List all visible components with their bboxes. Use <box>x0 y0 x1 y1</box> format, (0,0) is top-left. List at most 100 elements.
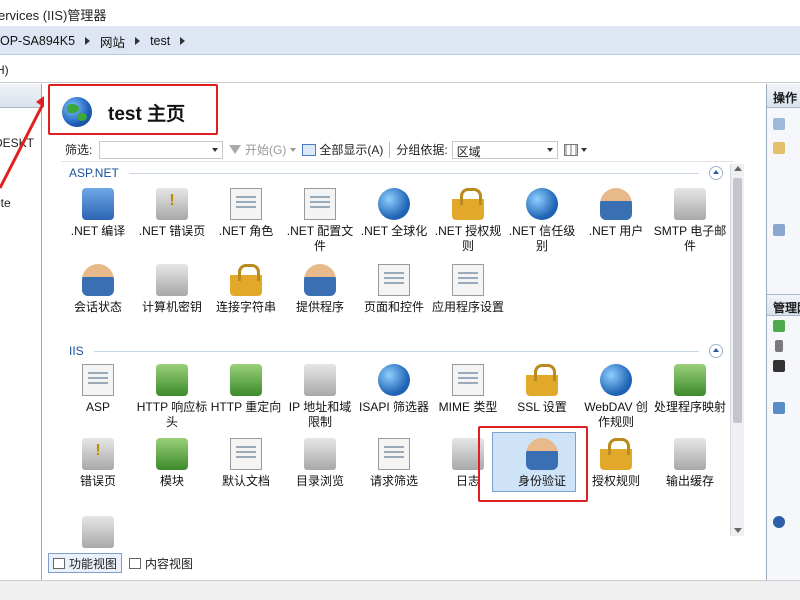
action-icon[interactable] <box>773 118 785 130</box>
feature-session-state[interactable]: 会话状态 <box>61 264 135 315</box>
net-roles-icon <box>230 188 262 220</box>
feature-net-compile[interactable]: .NET 编译 <box>61 188 135 239</box>
feature-handler-mappings[interactable]: 处理程序映射 <box>653 364 727 415</box>
collapse-icon[interactable] <box>709 344 723 358</box>
feature-isapi-filters[interactable]: ISAPI 筛选器 <box>357 364 431 415</box>
handler-mappings-icon <box>674 364 706 396</box>
section-header-iis[interactable]: IIS <box>69 344 723 358</box>
feature-net-profile[interactable]: .NET 配置文件 <box>283 188 357 254</box>
feature-label: 错误页 <box>79 474 116 488</box>
feature-asp[interactable]: ASP <box>61 364 135 415</box>
feature-label: .NET 信任级别 <box>508 224 576 253</box>
toolbar-divider <box>389 141 391 158</box>
feature-mime-types[interactable]: MIME 类型 <box>431 364 505 415</box>
collapse-icon[interactable] <box>709 166 723 180</box>
vertical-scrollbar[interactable] <box>730 164 744 536</box>
chevron-right-icon[interactable] <box>180 37 186 45</box>
action-icon[interactable] <box>773 224 785 236</box>
tab-content-view[interactable]: 内容视图 <box>124 553 198 573</box>
funnel-icon <box>229 145 241 154</box>
status-bar <box>0 580 800 600</box>
feature-label: .NET 错误页 <box>138 224 206 238</box>
feature-ip-domain-restrictions[interactable]: IP 地址和域限制 <box>283 364 357 430</box>
chevron-down-icon <box>290 147 297 152</box>
filter-label: 筛选: <box>65 143 93 157</box>
group-by-select[interactable]: 区域 <box>451 140 558 159</box>
feature-label: 授权规则 <box>591 474 640 488</box>
feature-authorization-rules[interactable]: 授权规则 <box>579 438 653 489</box>
feature-label: .NET 编译 <box>70 224 126 238</box>
features-view-icon <box>53 557 65 569</box>
feature-label: 连接字符串 <box>215 300 276 314</box>
feature-pages-controls[interactable]: 页面和控件 <box>357 264 431 315</box>
restart-icon[interactable] <box>773 320 785 332</box>
feature-label: 应用程序设置 <box>431 300 504 314</box>
group-by-label: 分组依据: <box>396 143 448 157</box>
feature-http-response-headers[interactable]: HTTP 响应标头 <box>135 364 209 430</box>
feature-net-error-pages[interactable]: .NET 错误页 <box>135 188 209 239</box>
feature-label: SMTP 电子邮件 <box>653 224 727 253</box>
feature-net-authorization[interactable]: .NET 授权规则 <box>431 188 505 254</box>
tab-features-view[interactable]: 功能视图 <box>48 553 123 573</box>
feature-providers[interactable]: 提供程序 <box>283 264 357 315</box>
authorization-rules-icon <box>600 438 632 470</box>
feature-webdav[interactable]: WebDAV 创作规则 <box>579 364 653 430</box>
feature-authentication[interactable]: 身份验证 <box>505 438 579 489</box>
feature-label: HTTP 响应标头 <box>136 400 208 429</box>
feature-net-trust-levels[interactable]: .NET 信任级别 <box>505 188 579 254</box>
output-caching-icon <box>674 438 706 470</box>
tree-node-site[interactable]: ite <box>0 196 11 210</box>
scroll-thumb[interactable] <box>733 178 742 423</box>
error-pages-icon <box>82 438 114 470</box>
feature-ssl-settings[interactable]: SSL 设置 <box>505 364 579 415</box>
feature-label: SSL 设置 <box>517 400 567 414</box>
feature-smtp-email[interactable]: SMTP 电子邮件 <box>653 188 727 254</box>
http-redirect-icon <box>230 364 262 396</box>
actions-header: 操作 <box>767 84 800 108</box>
start-icon[interactable] <box>775 340 783 352</box>
section-divider <box>128 172 699 174</box>
folder-icon[interactable] <box>773 142 785 154</box>
help-icon[interactable] <box>773 516 785 528</box>
feature-label: 提供程序 <box>295 300 344 314</box>
show-all-label: 全部显示(A) <box>319 143 384 157</box>
filter-input[interactable] <box>99 140 223 159</box>
breadcrumb: OP-SA894K5 网站 test <box>0 30 195 52</box>
chevron-right-icon[interactable] <box>135 37 141 45</box>
start-button[interactable]: 开始(G) <box>229 141 297 158</box>
breadcrumb-sites[interactable]: 网站 <box>100 32 125 51</box>
feature-label: MIME 类型 <box>438 400 498 414</box>
feature-app-settings[interactable]: 应用程序设置 <box>431 264 505 315</box>
feature-directory-browsing[interactable]: 目录浏览 <box>283 438 357 489</box>
stop-icon[interactable] <box>773 360 785 372</box>
filter-toolbar: 筛选: 开始(G) 全部显示(A) 分组依据: 区域 <box>61 138 733 162</box>
feature-label: 页面和控件 <box>363 300 424 314</box>
feature-error-pages[interactable]: 错误页 <box>61 438 135 489</box>
menu-help[interactable]: H) <box>0 63 9 77</box>
view-mode-button[interactable] <box>563 143 587 156</box>
scroll-down-icon[interactable] <box>734 528 742 533</box>
feature-output-caching[interactable]: 输出缓存 <box>653 438 727 489</box>
feature-default-document[interactable]: 默认文档 <box>209 438 283 489</box>
feature-net-users[interactable]: .NET 用户 <box>579 188 653 239</box>
feature-request-filtering[interactable]: 请求筛选 <box>357 438 431 489</box>
section-header-aspnet[interactable]: ASP.NET <box>69 166 723 180</box>
ip-domain-restrictions-icon <box>304 364 336 396</box>
feature-machine-key[interactable]: 计算机密钥 <box>135 264 209 315</box>
menu-bar: H) <box>0 55 800 83</box>
show-all-button[interactable]: 全部显示(A) <box>302 141 383 158</box>
feature-label: 目录浏览 <box>295 474 344 488</box>
feature-partial[interactable] <box>61 516 135 552</box>
feature-connection-strings[interactable]: 连接字符串 <box>209 264 283 315</box>
feature-net-roles[interactable]: .NET 角色 <box>209 188 283 239</box>
machine-key-icon <box>156 264 188 296</box>
breadcrumb-server[interactable]: OP-SA894K5 <box>0 34 75 48</box>
chevron-right-icon[interactable] <box>85 37 91 45</box>
isapi-filters-icon <box>378 364 410 396</box>
feature-http-redirect[interactable]: HTTP 重定向 <box>209 364 283 415</box>
browse-icon[interactable] <box>773 402 785 414</box>
feature-modules[interactable]: 模块 <box>135 438 209 489</box>
feature-net-globalization[interactable]: .NET 全球化 <box>357 188 431 239</box>
scroll-up-icon[interactable] <box>734 166 742 171</box>
breadcrumb-site[interactable]: test <box>150 34 170 48</box>
